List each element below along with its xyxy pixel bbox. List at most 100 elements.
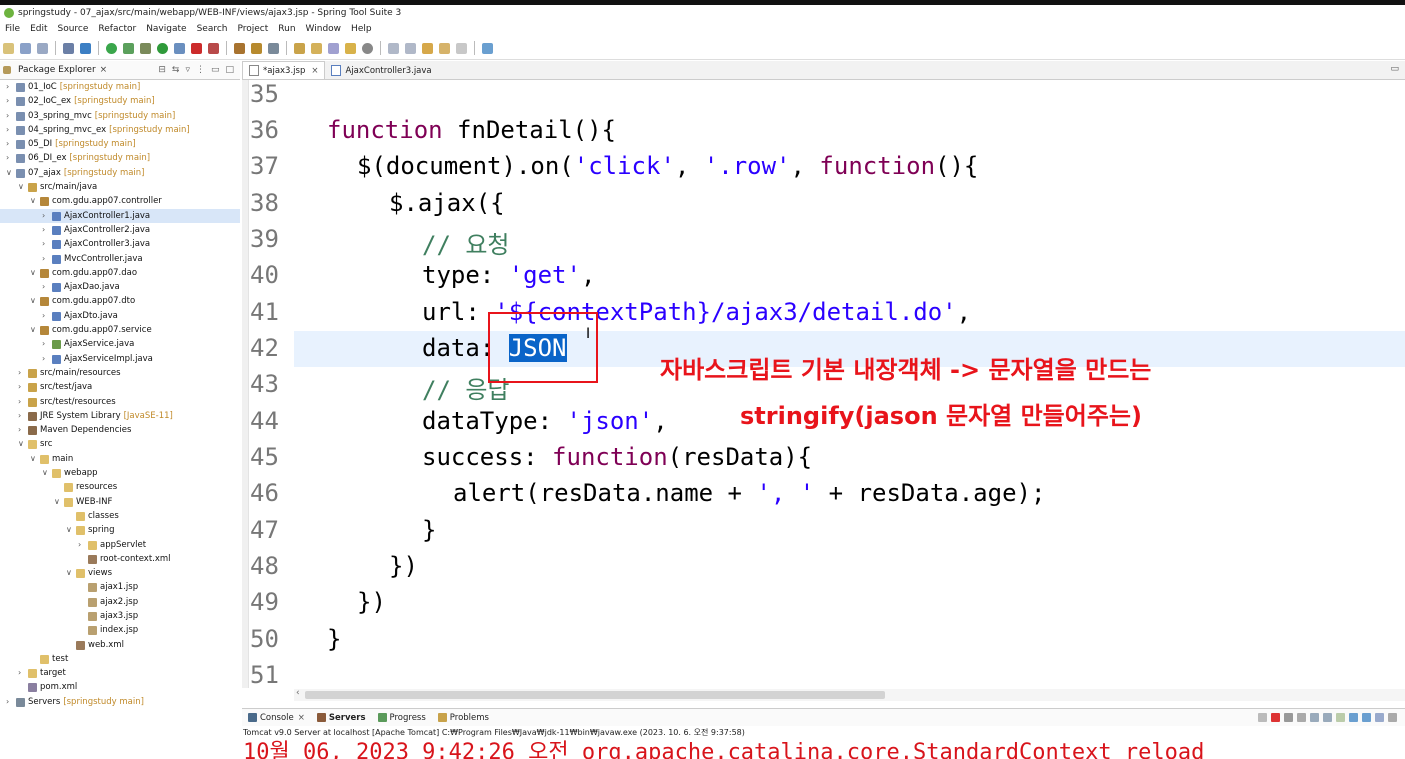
tab-console[interactable]: Console × [242,713,311,723]
chevron-right-icon[interactable]: › [18,409,21,423]
pin-editor-icon[interactable] [482,42,493,54]
chevron-right-icon[interactable]: › [6,80,9,94]
tree-item[interactable]: ∨ src [0,437,240,451]
tree-item[interactable]: › target [0,666,240,680]
chevron-right-icon[interactable]: › [6,137,9,151]
new-java-package-icon[interactable] [234,42,245,54]
tree-item[interactable]: › src/test/resources [0,395,240,409]
edit-icon[interactable] [328,42,339,54]
tree-item[interactable]: › 03_spring_mvc [springstudy main] [0,109,240,123]
web-icon[interactable] [268,42,279,54]
chevron-right-icon[interactable]: › [6,94,9,108]
menu-run[interactable]: Run [273,24,300,34]
menu-edit[interactable]: Edit [25,24,52,34]
tree-item[interactable]: › 02_IoC_ex [springstudy main] [0,94,240,108]
menu-refactor[interactable]: Refactor [93,24,141,34]
tree-item[interactable]: › AjaxController2.java [0,223,240,237]
chevron-right-icon[interactable]: › [6,123,9,137]
chevron-down-icon[interactable]: ∨ [66,566,72,580]
next-annotation-icon[interactable] [388,42,399,54]
tree-item[interactable]: › 06_DI_ex [springstudy main] [0,151,240,165]
tree-item[interactable]: ∨ webapp [0,466,240,480]
tab-problems[interactable]: Problems [432,713,495,723]
close-icon[interactable]: × [311,66,318,76]
tree-item[interactable]: › JRE System Library [JavaSE-11] [0,409,240,423]
menu-search[interactable]: Search [192,24,233,34]
tree-item[interactable]: root-context.xml [0,552,240,566]
stop-icon[interactable] [1271,713,1280,722]
view-menu-icon[interactable] [1388,713,1397,722]
terminate-icon[interactable] [1258,713,1267,722]
tab-ajax3-jsp[interactable]: *ajax3.jsp × [242,61,326,79]
minimize-icon[interactable]: ▭ [1390,64,1399,74]
tree-item[interactable]: test [0,652,240,666]
tree-item[interactable]: ajax1.jsp [0,580,240,594]
toggle-icon[interactable] [80,42,91,54]
chevron-down-icon[interactable]: ∨ [30,323,36,337]
save-all-icon[interactable] [37,42,48,54]
chevron-right-icon[interactable]: › [42,223,45,237]
terminal-icon[interactable] [63,42,74,54]
word-wrap-icon[interactable] [1336,713,1345,722]
coverage-icon[interactable] [174,42,185,54]
chevron-right-icon[interactable]: › [18,666,21,680]
chevron-right-icon[interactable]: › [18,366,21,380]
minimize-icon[interactable]: ▭ [211,65,220,75]
tree-item[interactable]: › AjaxController3.java [0,237,240,251]
debug-icon[interactable] [140,42,151,54]
spring-icon[interactable] [123,42,134,54]
chevron-down-icon[interactable]: ∨ [30,294,36,308]
menu-help[interactable]: Help [346,24,377,34]
chevron-right-icon[interactable]: › [18,395,21,409]
tree-item[interactable]: ∨ 07_ajax [springstudy main] [0,166,240,180]
scroll-left-icon[interactable]: ‹ [296,688,300,698]
prev-annotation-icon[interactable] [405,42,416,54]
tree-item[interactable]: › appServlet [0,538,240,552]
pin-console-icon[interactable] [1362,713,1371,722]
show-console-icon[interactable] [1349,713,1358,722]
tree-item[interactable]: ∨ com.gdu.app07.dao [0,266,240,280]
close-icon[interactable]: × [100,65,108,75]
remove-all-icon[interactable] [1297,713,1306,722]
chevron-right-icon[interactable]: › [42,309,45,323]
tree-item[interactable]: › AjaxServiceImpl.java [0,352,240,366]
tree-item[interactable]: › MvcController.java [0,252,240,266]
package-explorer-tab[interactable]: Package Explorer × ⊟ ⇆ ▿ ⋮ ▭ □ [0,61,240,80]
last-edit-icon[interactable] [422,42,433,54]
new-icon[interactable] [3,42,14,54]
tree-item[interactable]: › AjaxDto.java [0,309,240,323]
chevron-right-icon[interactable]: › [6,695,9,709]
chevron-right-icon[interactable]: › [42,252,45,266]
tab-servers[interactable]: Servers [311,713,372,723]
search-icon[interactable] [345,42,356,54]
open-folder-icon[interactable] [311,42,322,54]
clear-console-icon[interactable] [1310,713,1319,722]
chevron-right-icon[interactable]: › [18,380,21,394]
tree-item[interactable]: ∨ com.gdu.app07.service [0,323,240,337]
back-icon[interactable] [439,42,450,54]
tree-item[interactable]: › AjaxDao.java [0,280,240,294]
tree-item[interactable]: resources [0,480,240,494]
link-editor-icon[interactable]: ⇆ [172,65,180,75]
tree-item[interactable]: ∨ main [0,452,240,466]
spring-boot-icon[interactable] [106,42,117,54]
tree-item[interactable]: web.xml [0,638,240,652]
chevron-down-icon[interactable]: ∨ [30,194,36,208]
tree-item[interactable]: ∨ com.gdu.app07.dto [0,294,240,308]
menu-window[interactable]: Window [301,24,347,34]
tree-item[interactable]: › 01_IoC [springstudy main] [0,80,240,94]
globe-icon[interactable] [362,42,373,54]
chevron-right-icon[interactable]: › [78,538,81,552]
filter-icon[interactable]: ▿ [185,65,190,75]
tree-item[interactable]: › 05_DI [springstudy main] [0,137,240,151]
tree-item[interactable]: › Maven Dependencies [0,423,240,437]
tree-item[interactable]: › Servers [springstudy main] [0,695,240,709]
scrollbar-thumb[interactable] [305,691,885,699]
tree-item[interactable]: ajax2.jsp [0,595,240,609]
chevron-down-icon[interactable]: ∨ [30,266,36,280]
chevron-down-icon[interactable]: ∨ [30,452,36,466]
tree-item[interactable]: classes [0,509,240,523]
menu-project[interactable]: Project [232,24,273,34]
run-icon[interactable] [157,42,168,54]
chevron-down-icon[interactable]: ∨ [18,437,24,451]
